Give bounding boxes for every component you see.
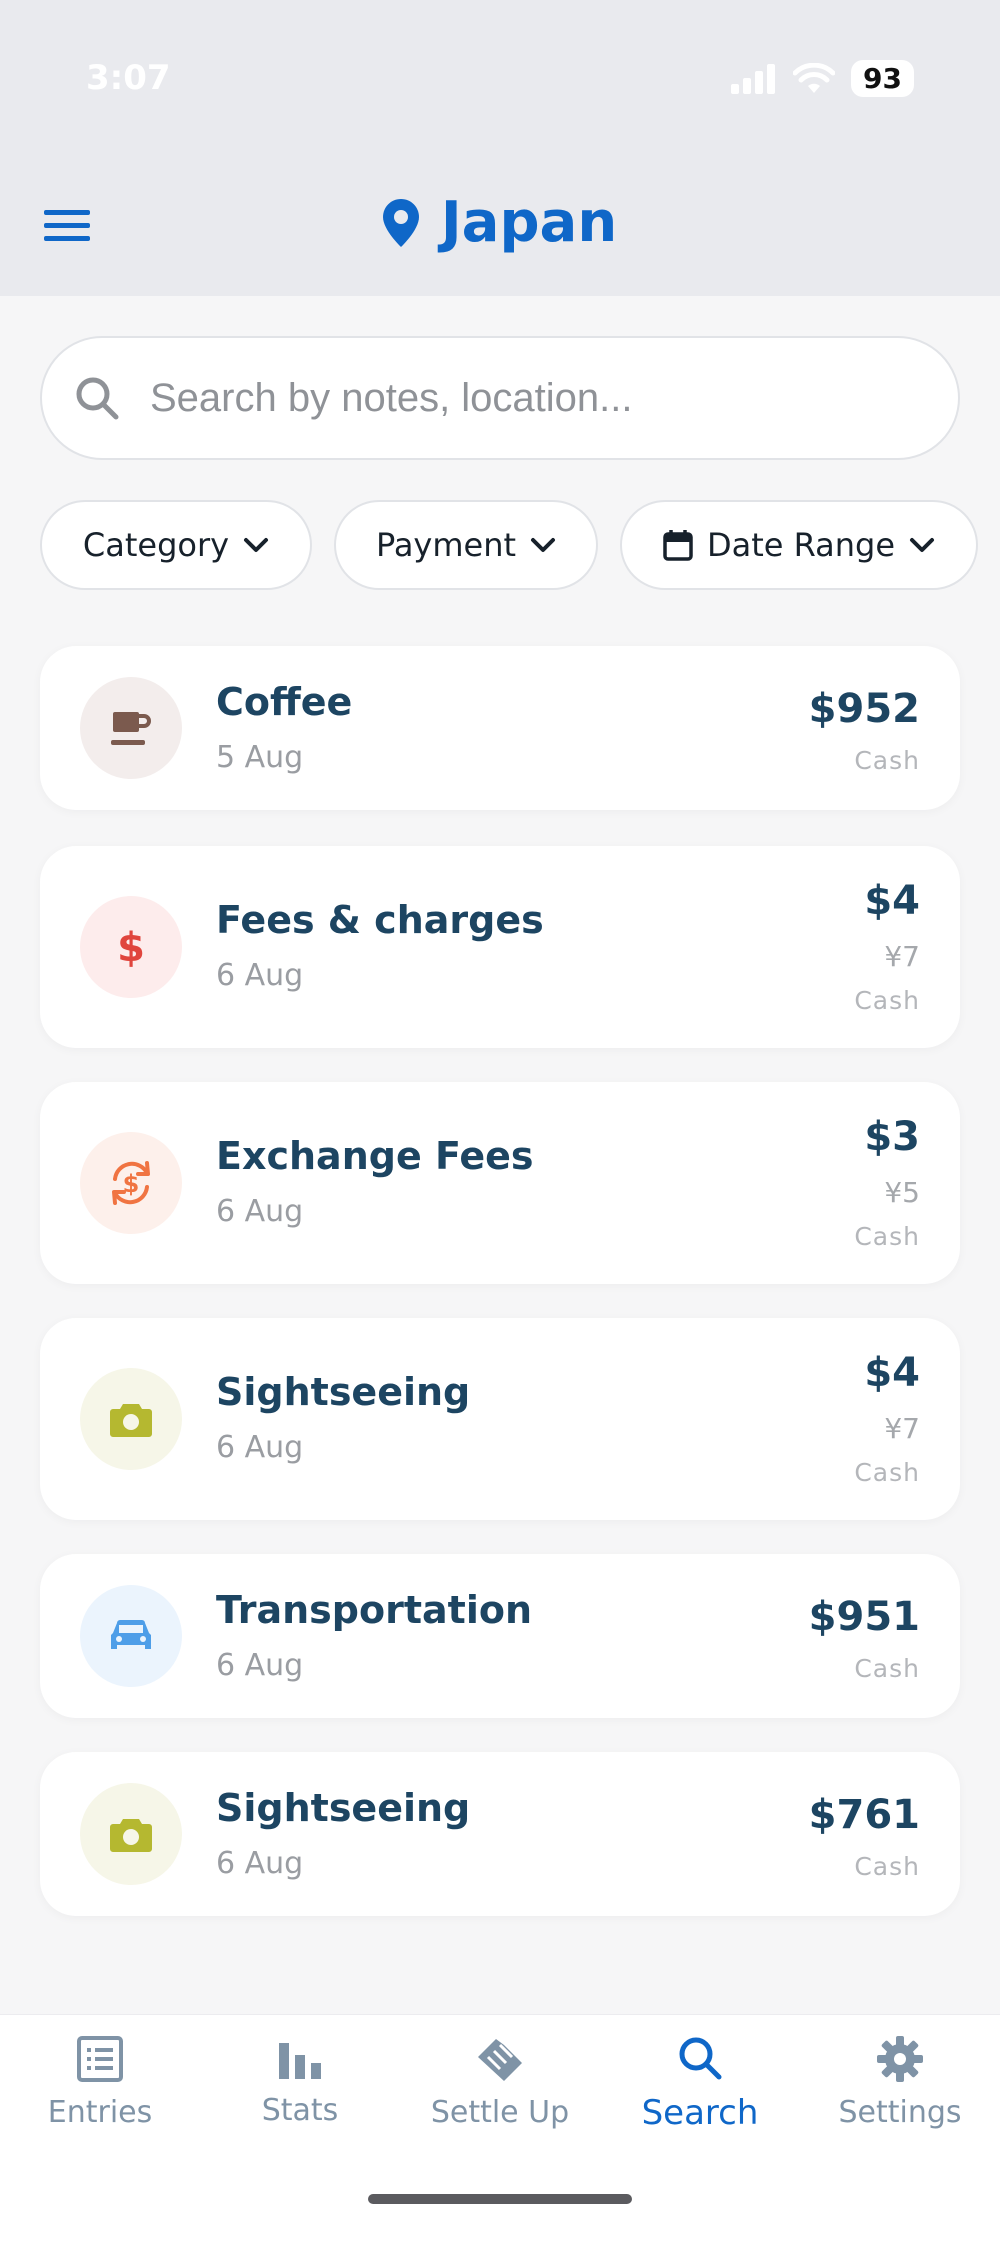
entry-local-amount: ¥5 xyxy=(884,1176,920,1209)
entry-date: 6 Aug xyxy=(216,1430,304,1465)
tab-search[interactable]: Search xyxy=(600,2035,800,2133)
category-badge xyxy=(80,1585,182,1687)
bar-chart-icon xyxy=(279,2043,321,2079)
handshake-icon xyxy=(478,2039,522,2081)
entry-category: Fees & charges xyxy=(216,898,544,942)
tab-settings[interactable]: Settings xyxy=(800,2035,1000,2130)
entry-date: 6 Aug xyxy=(216,1194,304,1229)
entry-card[interactable]: Coffee 5 Aug $952 Cash xyxy=(40,646,960,810)
svg-text:$: $ xyxy=(123,1170,140,1198)
entry-amount: $761 xyxy=(808,1792,920,1838)
category-badge xyxy=(80,677,182,779)
entry-category: Transportation xyxy=(216,1588,533,1632)
category-filter[interactable]: Category xyxy=(40,500,312,590)
entry-card[interactable]: $ Fees & charges 6 Aug $4 ¥7 Cash xyxy=(40,846,960,1048)
battery-indicator: 93 xyxy=(851,60,914,97)
payment-filter[interactable]: Payment xyxy=(334,500,598,590)
calendar-icon xyxy=(663,530,693,561)
tab-label: Settle Up xyxy=(430,2095,570,2130)
gear-icon xyxy=(877,2036,923,2082)
entry-amount: $951 xyxy=(808,1594,920,1640)
app-header: 3:07 93 Japan xyxy=(0,0,1000,296)
date-range-filter[interactable]: Date Range xyxy=(620,500,978,590)
entry-local-amount: ¥7 xyxy=(884,940,920,973)
svg-text:$: $ xyxy=(117,925,145,969)
entry-payment: Cash xyxy=(854,986,920,1015)
search-icon xyxy=(679,2037,722,2080)
camera-icon xyxy=(110,1819,152,1852)
entry-category: Sightseeing xyxy=(216,1370,471,1414)
dollar-icon: $ xyxy=(117,925,145,969)
entry-category: Exchange Fees xyxy=(216,1134,534,1178)
entry-payment: Cash xyxy=(854,1222,920,1251)
search-bar[interactable] xyxy=(40,336,960,460)
entry-payment: Cash xyxy=(854,1852,920,1881)
date-range-filter-label: Date Range xyxy=(706,526,896,564)
entry-date: 6 Aug xyxy=(216,958,304,993)
status-icons: 93 xyxy=(731,60,914,97)
entry-card[interactable]: Sightseeing 6 Aug $761 Cash xyxy=(40,1752,960,1916)
list-icon xyxy=(77,2036,123,2082)
car-icon xyxy=(111,1620,151,1649)
search-input[interactable] xyxy=(150,375,910,421)
entry-category: Coffee xyxy=(216,680,353,724)
payment-filter-label: Payment xyxy=(375,526,517,564)
status-time: 3:07 xyxy=(86,58,171,98)
tab-entries[interactable]: Entries xyxy=(0,2035,200,2130)
location-pin-icon xyxy=(382,198,419,247)
chevron-down-icon xyxy=(531,538,556,552)
category-badge xyxy=(80,1783,182,1885)
entry-local-amount: ¥7 xyxy=(884,1412,920,1445)
page-title: Japan xyxy=(440,190,618,255)
tab-label: Stats xyxy=(261,2093,339,2128)
entry-date: 6 Aug xyxy=(216,1648,304,1683)
entry-payment: Cash xyxy=(854,1654,920,1683)
search-icon xyxy=(76,377,119,420)
category-badge xyxy=(80,1368,182,1470)
wifi-icon xyxy=(793,62,836,93)
entry-card[interactable]: $ Exchange Fees 6 Aug $3 ¥5 Cash xyxy=(40,1082,960,1284)
entry-card[interactable]: Sightseeing 6 Aug $4 ¥7 Cash xyxy=(40,1318,960,1520)
entry-category: Sightseeing xyxy=(216,1786,471,1830)
entry-date: 6 Aug xyxy=(216,1846,304,1881)
chevron-down-icon xyxy=(910,538,935,552)
exchange-icon: $ xyxy=(112,1161,150,1205)
tab-bar: Entries Stats Settle Up Search Settings xyxy=(0,2014,1000,2244)
category-badge: $ xyxy=(80,1132,182,1234)
entry-amount: $4 xyxy=(864,878,920,924)
entry-date: 5 Aug xyxy=(216,740,304,775)
entry-amount: $952 xyxy=(808,686,920,732)
home-indicator xyxy=(368,2194,632,2204)
entry-payment: Cash xyxy=(854,746,920,775)
camera-icon xyxy=(110,1404,152,1437)
trip-title[interactable]: Japan xyxy=(0,190,1000,255)
tab-label: Entries xyxy=(47,2095,153,2130)
entry-amount: $4 xyxy=(864,1350,920,1396)
coffee-icon xyxy=(111,712,151,745)
signal-icon xyxy=(731,63,776,94)
entry-amount: $3 xyxy=(864,1114,920,1160)
entry-payment: Cash xyxy=(854,1458,920,1487)
tab-label: Search xyxy=(641,2093,759,2133)
tab-settle-up[interactable]: Settle Up xyxy=(400,2035,600,2130)
tab-stats[interactable]: Stats xyxy=(200,2035,400,2128)
entry-card[interactable]: Transportation 6 Aug $951 Cash xyxy=(40,1554,960,1718)
chevron-down-icon xyxy=(244,538,269,552)
category-filter-label: Category xyxy=(82,526,230,564)
tab-label: Settings xyxy=(838,2095,962,2130)
category-badge: $ xyxy=(80,896,182,998)
